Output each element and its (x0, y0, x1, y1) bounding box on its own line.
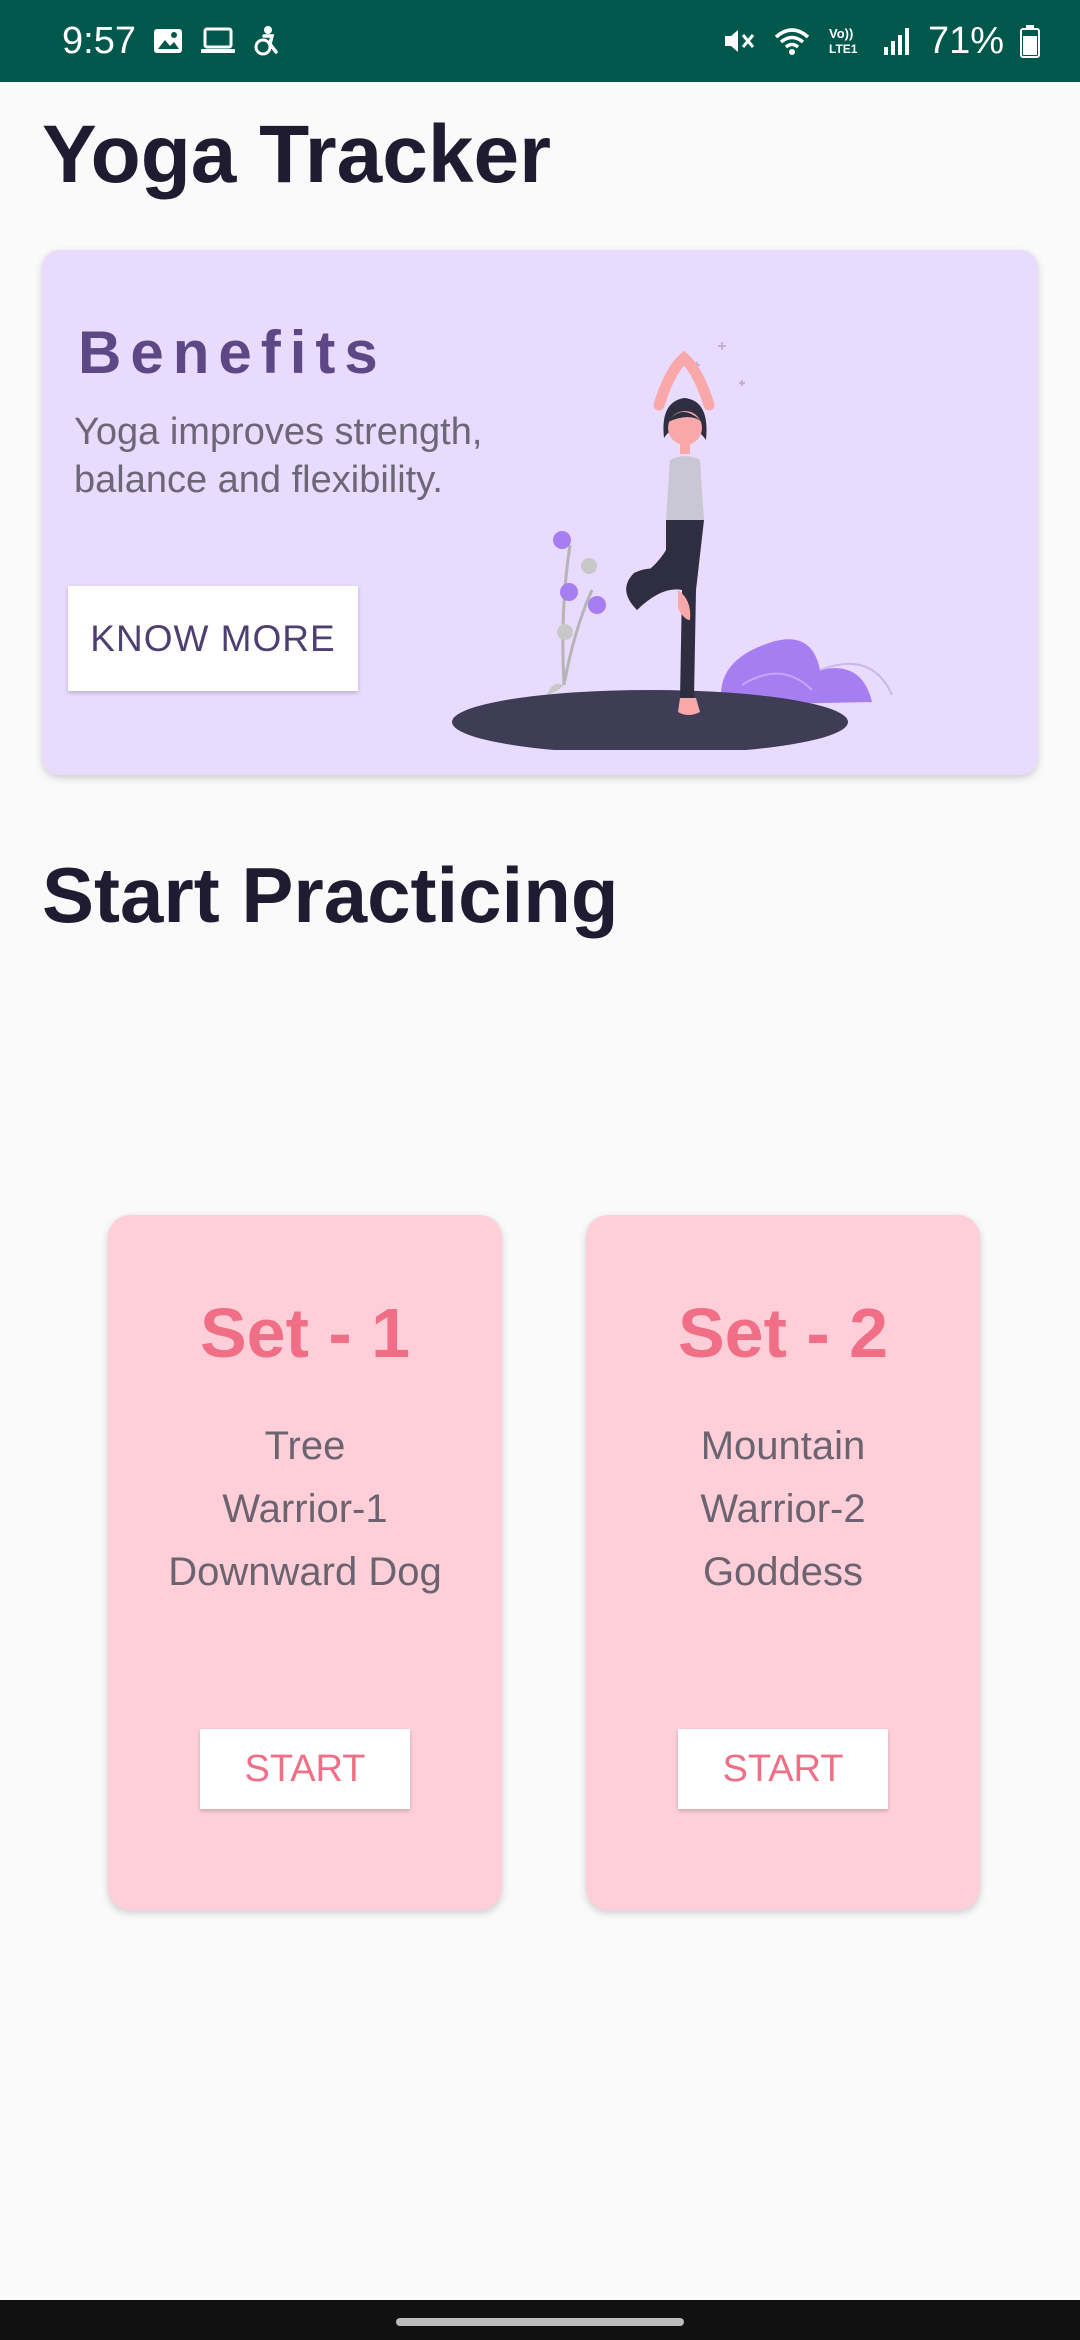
home-gesture-handle[interactable] (396, 2318, 684, 2326)
know-more-button[interactable]: KNOW MORE (68, 586, 358, 691)
status-bar-left: 9:57 (62, 20, 282, 63)
start-set-1-button[interactable]: START (200, 1729, 410, 1809)
pose-list: Tree Warrior-1 Downward Dog (108, 1415, 502, 1604)
pose-item: Warrior-2 (700, 1487, 866, 1531)
status-time: 9:57 (62, 19, 136, 62)
benefits-heading: Benefits (78, 319, 387, 386)
signal-icon (882, 25, 912, 57)
svg-text:LTE1: LTE1 (829, 42, 858, 56)
status-bar: 9:57 Vo)) LTE1 71% (0, 0, 1080, 82)
start-set-2-button[interactable]: START (678, 1729, 888, 1809)
set-card-1: Set - 1 Tree Warrior-1 Downward Dog STAR… (108, 1215, 502, 1910)
set-card-2: Set - 2 Mountain Warrior-2 Goddess START (586, 1215, 980, 1910)
start-practicing-title: Start Practicing (42, 851, 619, 939)
benefits-card: Benefits Yoga improves strength, balance… (42, 250, 1038, 775)
svg-text:Vo)): Vo)) (829, 26, 853, 41)
status-bar-right: Vo)) LTE1 71% (722, 20, 1040, 63)
volte-icon: Vo)) LTE1 (828, 25, 866, 57)
set-title: Set - 1 (199, 1294, 411, 1372)
wifi-icon (772, 25, 812, 57)
app-title: Yoga Tracker (42, 109, 551, 200)
yoga-woman-illustration (452, 342, 893, 750)
pose-item: Tree (264, 1424, 346, 1468)
laptop-icon (200, 25, 236, 57)
navigation-bar (0, 2300, 1080, 2340)
battery-percent: 71% (927, 19, 1004, 62)
set-title: Set - 2 (677, 1294, 889, 1372)
battery-icon (1020, 24, 1040, 58)
pose-item: Warrior-1 (222, 1487, 388, 1531)
pose-item: Goddess (702, 1550, 864, 1594)
pose-item: Downward Dog (168, 1550, 442, 1594)
mute-icon (722, 25, 756, 57)
pose-item: Mountain (700, 1424, 866, 1468)
pose-list: Mountain Warrior-2 Goddess (586, 1415, 980, 1604)
image-icon (152, 25, 184, 57)
accessibility-icon (252, 25, 282, 57)
